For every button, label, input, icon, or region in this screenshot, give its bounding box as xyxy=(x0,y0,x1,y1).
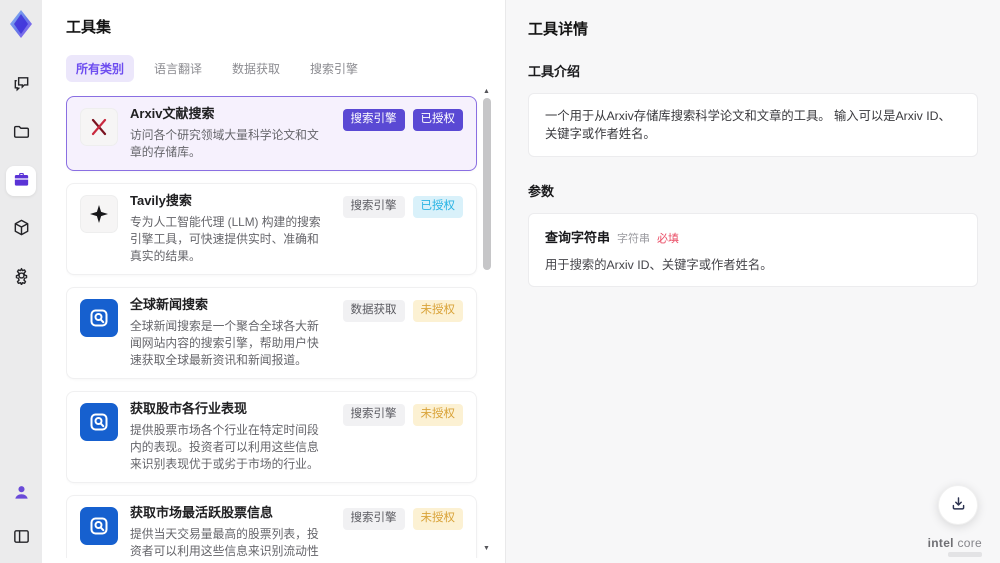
scroll-up-icon[interactable]: ▲ xyxy=(483,88,490,96)
tool-card-sector-performance[interactable]: 获取股市各行业表现 提供股票市场各个行业在特定时间段内的表现。投资者可以利用这些… xyxy=(66,391,477,483)
category-badge: 搜索引擎 xyxy=(342,508,405,530)
scrollbar-thumb[interactable] xyxy=(482,98,491,270)
cube-icon xyxy=(12,218,31,240)
download-button[interactable] xyxy=(938,485,978,525)
tool-description: 专为人工智能代理 (LLM) 构建的搜索引擎工具，可快速提供实时、准确和真实的结… xyxy=(130,215,321,263)
tool-card-list: Arxiv文献搜索 访问各个研究领域大量科学论文和文章的存储库。 搜索引擎 已授… xyxy=(66,96,479,558)
panel-layout-icon xyxy=(12,527,31,549)
intro-box: 一个用于从Arxiv存储库搜索科学论文和文章的工具。 输入可以是Arxiv ID… xyxy=(528,93,978,157)
tool-card-active-stocks[interactable]: 获取市场最活跃股票信息 提供当天交易量最高的股票列表，投资者可以利用这些信息来识… xyxy=(66,495,477,558)
intro-heading: 工具介绍 xyxy=(528,64,581,79)
category-tabs: 所有类别 语言翻译 数据获取 搜索引擎 xyxy=(66,55,479,82)
nav-chat[interactable] xyxy=(6,70,36,100)
page-title: 工具集 xyxy=(66,19,112,36)
param-type: 字符串 xyxy=(617,233,651,245)
blue-magnifier-icon xyxy=(80,403,118,441)
download-icon xyxy=(950,495,967,515)
tool-description: 提供股票市场各个行业在特定时间段内的表现。投资者可以利用这些信息来识别表现优于或… xyxy=(130,423,319,471)
status-badge: 未授权 xyxy=(412,300,463,322)
collapse-sidebar-button[interactable] xyxy=(6,523,36,553)
tool-name: Arxiv文献搜索 xyxy=(130,106,215,121)
tool-name: 获取股市各行业表现 xyxy=(130,401,248,416)
app-logo-gem-icon xyxy=(6,8,36,40)
scrollbar-track[interactable] xyxy=(482,96,491,545)
left-rail xyxy=(0,0,42,563)
nav-tools[interactable] xyxy=(6,166,36,196)
sparkle-star-icon xyxy=(80,195,118,233)
folder-icon xyxy=(12,122,31,144)
intel-core-text: intel core xyxy=(927,536,982,550)
blue-magnifier-icon xyxy=(80,507,118,545)
param-required-badge: 必填 xyxy=(657,233,680,245)
tool-details-panel: 工具详情 工具介绍 一个用于从Arxiv存储库搜索科学论文和文章的工具。 输入可… xyxy=(505,0,1000,563)
nav-user-account[interactable] xyxy=(6,479,36,509)
arxiv-chi-icon xyxy=(80,108,118,146)
intel-core-badge: intel core xyxy=(928,536,982,557)
intel-badge-subline xyxy=(948,552,982,557)
params-heading: 参数 xyxy=(528,184,555,199)
details-title: 工具详情 xyxy=(528,21,589,38)
chat-icon xyxy=(12,74,31,96)
nav-models[interactable] xyxy=(6,214,36,244)
param-name: 查询字符串 xyxy=(545,230,611,245)
nav-settings[interactable] xyxy=(6,262,36,292)
tool-description: 全球新闻搜索是一个聚合全球各大新闻网站内容的搜索引擎，帮助用户快速获取全球最新资… xyxy=(130,319,319,367)
tool-description: 访问各个研究领域大量科学论文和文章的存储库。 xyxy=(130,128,319,159)
tool-card-tavily[interactable]: Tavily搜索 专为人工智能代理 (LLM) 构建的搜索引擎工具，可快速提供实… xyxy=(66,183,477,275)
tool-name: Tavily搜索 xyxy=(130,193,192,208)
user-icon xyxy=(12,483,31,505)
status-badge: 已授权 xyxy=(412,109,463,131)
tab-all-categories[interactable]: 所有类别 xyxy=(66,55,135,82)
tool-name: 获取市场最活跃股票信息 xyxy=(130,505,274,520)
tool-description: 提供当天交易量最高的股票列表，投资者可以利用这些信息来识别流动性强的股票和潜在的… xyxy=(130,527,319,558)
scroll-down-icon[interactable]: ▼ xyxy=(483,545,490,553)
category-badge: 搜索引擎 xyxy=(342,196,405,218)
category-badge: 数据获取 xyxy=(342,300,405,322)
status-badge: 未授权 xyxy=(412,404,463,426)
briefcase-icon xyxy=(12,170,31,192)
tool-card-arxiv[interactable]: Arxiv文献搜索 访问各个研究领域大量科学论文和文章的存储库。 搜索引擎 已授… xyxy=(66,96,477,171)
category-badge: 搜索引擎 xyxy=(342,109,405,131)
gear-icon xyxy=(12,266,31,288)
category-badge: 搜索引擎 xyxy=(342,404,405,426)
tab-data-fetch[interactable]: 数据获取 xyxy=(222,55,290,82)
tool-list-column: 工具集 所有类别 语言翻译 数据获取 搜索引擎 Arxiv文献搜索 访问各个研究… xyxy=(42,0,505,563)
blue-magnifier-icon xyxy=(80,299,118,337)
tab-language-translation[interactable]: 语言翻译 xyxy=(144,55,212,82)
param-description: 用于搜索的Arxiv ID、关键字或作者姓名。 xyxy=(545,258,773,272)
status-badge: 未授权 xyxy=(412,508,463,530)
tool-name: 全球新闻搜索 xyxy=(130,297,209,312)
status-badge: 已授权 xyxy=(412,196,463,218)
list-scrollbar[interactable]: ▲ ▼ xyxy=(482,88,491,553)
param-box: 查询字符串 字符串 必填 用于搜索的Arxiv ID、关键字或作者姓名。 xyxy=(528,213,978,287)
tool-card-global-news[interactable]: 全球新闻搜索 全球新闻搜索是一个聚合全球各大新闻网站内容的搜索引擎，帮助用户快速… xyxy=(66,287,477,379)
nav-files[interactable] xyxy=(6,118,36,148)
intro-text: 一个用于从Arxiv存储库搜索科学论文和文章的工具。 输入可以是Arxiv ID… xyxy=(545,109,951,141)
tab-search-engine[interactable]: 搜索引擎 xyxy=(300,55,368,82)
